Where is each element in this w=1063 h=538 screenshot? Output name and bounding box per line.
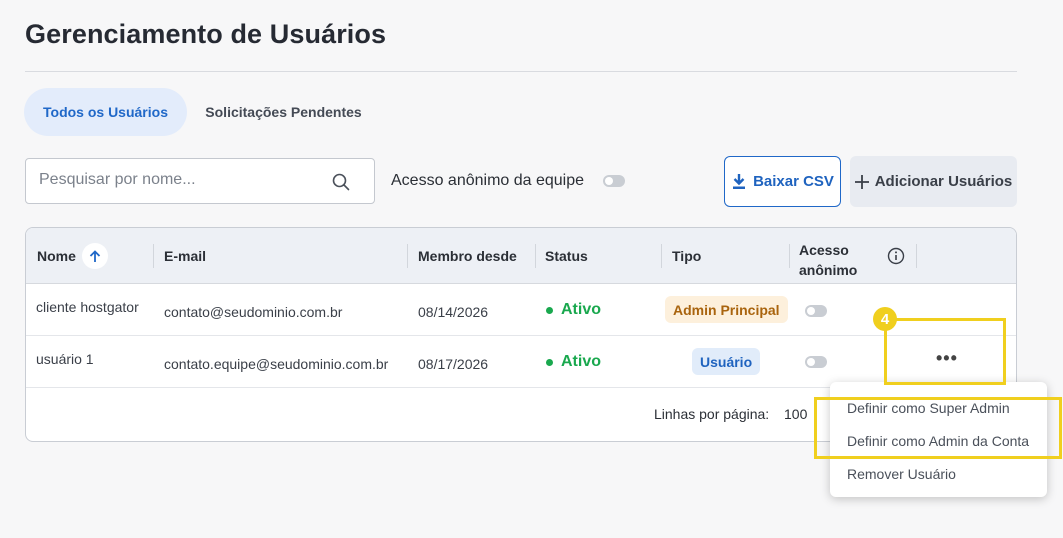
download-csv-label: Baixar CSV <box>753 173 834 190</box>
header-name-label: Nome <box>37 248 76 264</box>
header-name[interactable]: Nome <box>37 228 108 284</box>
step-number-badge: 4 <box>873 307 897 331</box>
column-separator[interactable] <box>916 244 917 268</box>
cell-email: contato.equipe@seudominio.com.br <box>164 356 389 372</box>
menu-item-remove-user[interactable]: Remover Usuário <box>847 466 956 482</box>
header-type: Tipo <box>672 248 702 264</box>
column-separator[interactable] <box>789 244 790 268</box>
page-title: Gerenciamento de Usuários <box>25 19 387 49</box>
status-label: Ativo <box>561 301 601 318</box>
table-row: usuário 1 contato.equipe@seudominio.com.… <box>26 336 1016 388</box>
highlight-more-actions <box>884 318 1006 385</box>
status-dot-icon <box>546 358 553 366</box>
cell-name: usuário 1 <box>36 351 94 367</box>
arrow-up-icon <box>89 249 101 262</box>
download-icon <box>733 174 746 189</box>
anonymous-toggle[interactable] <box>805 356 827 368</box>
table-row: cliente hostgator contato@seudominio.com… <box>26 284 1016 336</box>
status-badge: Ativo <box>546 301 601 319</box>
title-divider <box>25 71 1017 72</box>
column-separator[interactable] <box>535 244 536 268</box>
download-csv-button[interactable]: Baixar CSV <box>724 156 841 207</box>
header-anonymous-line2: anônimo <box>799 262 858 278</box>
column-separator[interactable] <box>661 244 662 268</box>
cell-member-since: 08/17/2026 <box>418 356 489 372</box>
cell-member-since: 08/14/2026 <box>418 304 489 320</box>
cell-email: contato@seudominio.com.br <box>164 304 343 320</box>
tab-pending-requests[interactable]: Solicitações Pendentes <box>192 88 375 136</box>
status-badge: Ativo <box>546 353 601 371</box>
type-badge: Usuário <box>692 348 761 375</box>
info-icon[interactable] <box>887 247 905 265</box>
search-input[interactable] <box>39 171 319 189</box>
cell-name: cliente hostgator <box>36 299 139 315</box>
status-dot-icon <box>546 306 553 314</box>
header-anonymous-line1: Acesso <box>799 242 849 258</box>
team-anonymous-toggle[interactable] <box>603 175 625 187</box>
search-icon[interactable] <box>332 173 350 191</box>
anonymous-toggle[interactable] <box>805 305 827 317</box>
rows-per-page-select[interactable]: 100 <box>784 406 807 422</box>
header-email: E-mail <box>164 248 207 264</box>
column-separator[interactable] <box>153 244 154 268</box>
header-member-since: Membro desde <box>418 248 517 264</box>
status-label: Ativo <box>561 353 601 370</box>
column-separator[interactable] <box>407 244 408 268</box>
team-anonymous-label: Acesso anônimo da equipe <box>391 172 585 189</box>
rows-per-page-label: Linhas por página: <box>654 406 770 422</box>
header-status: Status <box>545 248 588 264</box>
type-badge: Admin Principal <box>665 296 788 323</box>
plus-icon <box>854 174 869 189</box>
search-box <box>25 158 375 204</box>
sort-ascending-button[interactable] <box>81 243 108 269</box>
add-users-button[interactable]: Adicionar Usuários <box>850 156 1017 207</box>
add-users-label: Adicionar Usuários <box>874 173 1013 190</box>
tab-all-users[interactable]: Todos os Usuários <box>24 88 187 136</box>
highlight-admin-options <box>814 397 1062 459</box>
header-anonymous-access: Acesso anônimo <box>799 228 857 284</box>
table-header: Nome E-mail Membro desde Status Tipo Ace… <box>26 228 1016 284</box>
